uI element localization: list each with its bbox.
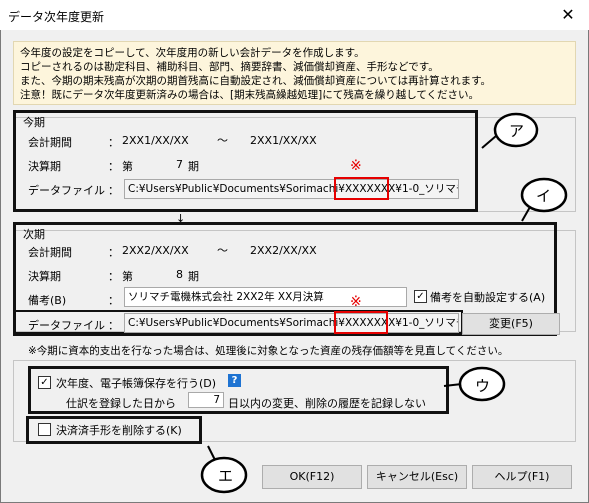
- delete-settled-label[interactable]: 決済済手形を削除する(K): [56, 422, 182, 438]
- ok-button[interactable]: OK(F12): [262, 465, 362, 489]
- current-file-path: C:¥Users¥Public¥Documents¥Sorimachi¥XXXX…: [124, 179, 459, 199]
- ebook-checkbox[interactable]: ✓: [38, 376, 51, 389]
- colon: ：: [108, 246, 119, 259]
- current-period-to: 2XX1/XX/XX: [250, 134, 317, 147]
- colon: ：: [108, 160, 119, 173]
- next-file-path: C:¥Users¥Public¥Documents¥Sorimachi¥XXXX…: [124, 313, 459, 333]
- colon: ：: [108, 270, 119, 283]
- info-line: コピーされるのは勘定科目、補助科目、部門、摘要辞書、減価償却資産、手形などです。: [20, 61, 439, 73]
- auto-memo-checkbox[interactable]: ✓: [414, 290, 427, 303]
- memo-label: 備考(B): [28, 294, 67, 307]
- callout-a-label: ア: [509, 122, 525, 140]
- next-file-label: データファイル: [28, 319, 105, 332]
- callout-u-label: ウ: [475, 377, 491, 395]
- colon: ：: [108, 136, 119, 149]
- current-period-from: 2XX1/XX/XX: [122, 134, 189, 147]
- auto-memo-label[interactable]: 備考を自動設定する(A): [430, 289, 545, 305]
- next-period-from: 2XX2/XX/XX: [122, 244, 189, 257]
- memo-input[interactable]: ソリマチ電機株式会社 2XX2年 XX月決算: [124, 287, 407, 307]
- change-file-button[interactable]: 変更(F5): [462, 313, 560, 335]
- callout-e-label: エ: [218, 467, 234, 485]
- colon: ：: [108, 184, 119, 197]
- info-line: また、今期の期末残高が次期の期首残高に自動設定され、減価償却資産については再計算…: [20, 75, 492, 87]
- next-period-to: 2XX2/XX/XX: [250, 244, 317, 257]
- days-input[interactable]: 7: [188, 392, 224, 408]
- next-term-suffix: 期: [188, 270, 199, 283]
- highlight-box: [334, 177, 389, 200]
- current-term-suffix: 期: [188, 160, 199, 173]
- highlight-box: [334, 311, 388, 334]
- annotation-mark: ※: [350, 294, 362, 310]
- colon: ：: [108, 319, 119, 332]
- callout-a: [481, 112, 539, 149]
- window-title: データ次年度更新: [8, 10, 105, 24]
- next-group-title: 次期: [23, 228, 45, 241]
- current-term-value: 7: [176, 158, 183, 171]
- current-term-prefix: 第: [122, 160, 133, 173]
- close-icon[interactable]: ✕: [553, 4, 583, 26]
- callout-i-label: イ: [536, 187, 552, 205]
- next-term-prefix: 第: [122, 270, 133, 283]
- days-prefix: 仕訳を登録した日から: [66, 397, 176, 410]
- cancel-button[interactable]: キャンセル(Esc): [367, 465, 467, 489]
- ebook-label[interactable]: 次年度、電子帳簿保存を行う(D): [56, 375, 216, 391]
- colon: ：: [108, 294, 119, 307]
- current-group-title: 今期: [23, 116, 45, 129]
- current-period-sep: 〜: [217, 134, 228, 147]
- current-file-label: データファイル: [28, 184, 105, 197]
- info-line: 注意！既にデータ次年度更新済みの場合は、[期末残高繰越処理]にて残高を繰り越して…: [20, 89, 480, 101]
- info-line: 今年度の設定をコピーして、次年度用の新しい会計データを作成します。: [20, 47, 365, 59]
- next-period-label: 会計期間: [28, 246, 72, 259]
- annotation-mark: ※: [350, 158, 362, 174]
- current-period-label: 会計期間: [28, 136, 72, 149]
- next-period-sep: 〜: [217, 244, 228, 257]
- callout-i: [520, 177, 568, 222]
- help-button[interactable]: ヘルプ(F1): [472, 465, 572, 489]
- current-term-label: 決算期: [28, 160, 61, 173]
- next-term-label: 決算期: [28, 270, 61, 283]
- days-suffix: 日以内の変更、削除の履歴を記録しない: [228, 397, 426, 410]
- next-term-value: 8: [176, 268, 183, 281]
- help-icon[interactable]: ?: [228, 374, 241, 387]
- delete-settled-checkbox[interactable]: [38, 423, 51, 436]
- info-panel: 今年度の設定をコピーして、次年度用の新しい会計データを作成します。 コピーされる…: [13, 41, 576, 105]
- capital-expenditure-notice: ※今期に資本的支出を行なった場合は、処理後に対象となった資産の残存価額等を見直し…: [28, 345, 509, 357]
